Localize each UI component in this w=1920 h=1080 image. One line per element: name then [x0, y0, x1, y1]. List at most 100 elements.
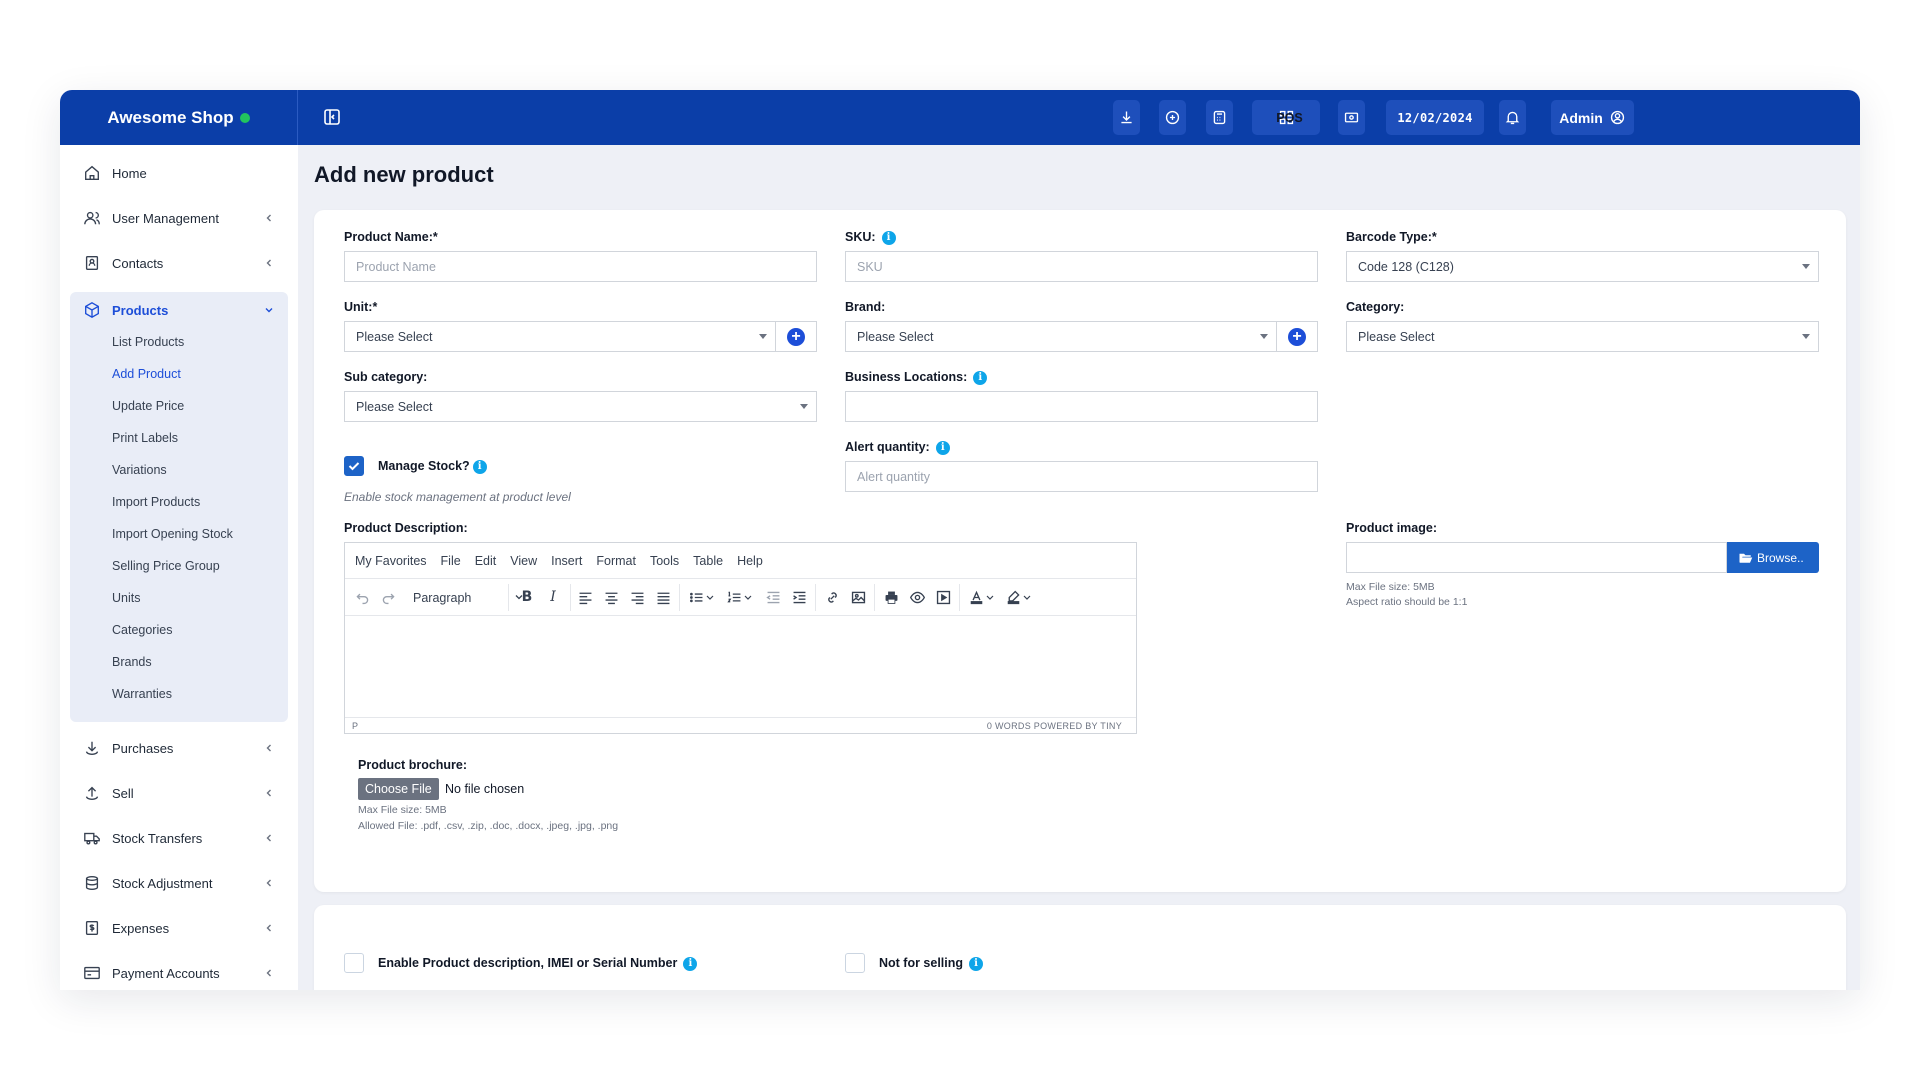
admin-menu-button[interactable]: Admin [1551, 100, 1634, 135]
undo-icon[interactable] [352, 587, 372, 607]
redo-icon[interactable] [378, 587, 398, 607]
product-description-label: Product Description: [344, 521, 468, 535]
sidebar-item-payment-accounts[interactable]: Payment Accounts [70, 955, 288, 990]
sidebar-subitem-categories[interactable]: Categories [112, 623, 172, 637]
indent-icon[interactable] [789, 587, 809, 607]
sidebar-item-stock-transfers[interactable]: Stock Transfers [70, 820, 288, 856]
sidebar-item-products[interactable]: Products [70, 292, 288, 328]
enable-imei-checkbox[interactable] [344, 953, 364, 973]
plus-circle-icon: + [787, 327, 805, 346]
caret-down-icon [1802, 264, 1810, 269]
pos-button[interactable]: POS [1252, 100, 1320, 135]
product-image-input[interactable] [1346, 542, 1727, 573]
rich-text-editor[interactable]: My Favorites File Edit View Insert Forma… [344, 542, 1137, 734]
add-button[interactable] [1159, 100, 1186, 135]
chevron-down-icon[interactable] [705, 587, 715, 607]
italic-icon[interactable]: I [543, 587, 563, 607]
sidebar-subitem-variations[interactable]: Variations [112, 463, 167, 477]
date-display[interactable]: 12/02/2024 [1386, 100, 1484, 135]
alert-quantity-input[interactable]: Alert quantity [845, 461, 1318, 492]
product-name-input[interactable]: Product Name [344, 251, 817, 282]
chevron-down-icon[interactable] [985, 587, 995, 607]
image-icon[interactable] [848, 587, 868, 607]
bold-icon[interactable]: B [517, 587, 537, 607]
media-icon[interactable] [933, 587, 953, 607]
numbered-list-icon[interactable] [724, 587, 744, 607]
info-icon[interactable]: i [683, 956, 698, 971]
link-icon[interactable] [822, 587, 842, 607]
sidebar-subitem-selling-price-group[interactable]: Selling Price Group [112, 559, 220, 573]
download-button[interactable] [1113, 100, 1140, 135]
block-format-dropdown[interactable]: Paragraph [413, 587, 528, 608]
sidebar-item-home[interactable]: Home [70, 155, 288, 191]
add-unit-button[interactable]: + [776, 321, 817, 352]
sidebar-subitem-import-products[interactable]: Import Products [112, 495, 200, 509]
editor-content-area[interactable] [345, 616, 1136, 717]
cash-register-button[interactable] [1338, 100, 1365, 135]
product-brochure-label: Product brochure: [358, 758, 467, 772]
notifications-button[interactable] [1499, 100, 1526, 135]
sidebar-subitem-add-product[interactable]: Add Product [112, 367, 181, 381]
brand-select[interactable]: Please Select [845, 321, 1277, 352]
preview-icon[interactable] [907, 587, 927, 607]
sidebar-subitem-print-labels[interactable]: Print Labels [112, 431, 178, 445]
sub-category-select[interactable]: Please Select [344, 391, 817, 422]
sidebar-subitem-list-products[interactable]: List Products [112, 335, 184, 349]
sidebar-item-user-management[interactable]: User Management [70, 200, 288, 236]
sidebar-item-sell[interactable]: Sell [70, 775, 288, 811]
category-select[interactable]: Please Select [1346, 321, 1819, 352]
outdent-icon[interactable] [763, 587, 783, 607]
editor-menu-file[interactable]: File [441, 554, 461, 568]
brand-label: Brand: [845, 300, 885, 314]
sidebar-item-stock-adjustment[interactable]: Stock Adjustment [70, 865, 288, 901]
align-right-icon[interactable] [627, 587, 647, 607]
sidebar-subitem-update-price[interactable]: Update Price [112, 399, 184, 413]
brochure-allowed-files-note: Allowed File: .pdf, .csv, .zip, .doc, .d… [358, 820, 619, 832]
align-center-icon[interactable] [601, 587, 621, 607]
align-left-icon[interactable] [575, 587, 595, 607]
print-icon[interactable] [881, 587, 901, 607]
barcode-type-select[interactable]: Code 128 (C128) [1346, 251, 1819, 282]
editor-menu-edit[interactable]: Edit [475, 554, 497, 568]
calculator-button[interactable] [1206, 100, 1233, 135]
highlight-icon[interactable] [1003, 587, 1023, 607]
add-brand-button[interactable]: + [1277, 321, 1318, 352]
business-locations-input[interactable] [845, 391, 1318, 422]
sidebar-subitem-units[interactable]: Units [112, 591, 140, 605]
barcode-type-label-text: Barcode Type:* [1346, 230, 1437, 244]
editor-menu-help[interactable]: Help [737, 554, 763, 568]
database-icon [85, 876, 99, 890]
not-for-selling-checkbox[interactable] [845, 953, 865, 973]
editor-menu-insert[interactable]: Insert [551, 554, 582, 568]
align-justify-icon[interactable] [653, 587, 673, 607]
text-color-icon[interactable] [966, 587, 986, 607]
editor-menu-tools[interactable]: Tools [650, 554, 679, 568]
sidebar-subitem-warranties[interactable]: Warranties [112, 687, 172, 701]
info-icon[interactable]: i [969, 956, 984, 971]
browse-button[interactable]: Browse.. [1727, 542, 1819, 573]
info-icon[interactable]: i [881, 230, 896, 245]
brand[interactable]: Awesome Shop [60, 90, 298, 145]
brand-value: Please Select [857, 329, 934, 344]
sidebar-toggle-icon[interactable] [322, 107, 342, 127]
info-icon[interactable]: i [935, 440, 950, 455]
sidebar-item-purchases[interactable]: Purchases [70, 730, 288, 766]
chevron-down-icon[interactable] [743, 587, 753, 607]
editor-menu-my-favorites[interactable]: My Favorites [355, 554, 427, 568]
editor-menu-table[interactable]: Table [693, 554, 723, 568]
editor-menu-view[interactable]: View [510, 554, 537, 568]
info-icon[interactable]: i [472, 459, 487, 474]
editor-menu-format[interactable]: Format [596, 554, 636, 568]
sidebar-subitem-brands[interactable]: Brands [112, 655, 152, 669]
sidebar-item-contacts[interactable]: Contacts [70, 245, 288, 281]
bullet-list-icon[interactable] [686, 587, 706, 607]
manage-stock-checkbox[interactable] [344, 456, 364, 476]
chevron-down-icon[interactable] [1022, 587, 1032, 607]
home-icon [85, 165, 99, 180]
sidebar-item-expenses[interactable]: Expenses [70, 910, 288, 946]
unit-select[interactable]: Please Select [344, 321, 776, 352]
sidebar-subitem-import-opening-stock[interactable]: Import Opening Stock [112, 527, 233, 541]
choose-file-button[interactable]: Choose File [358, 778, 439, 800]
info-icon[interactable]: i [973, 370, 988, 385]
sku-input[interactable]: SKU [845, 251, 1318, 282]
